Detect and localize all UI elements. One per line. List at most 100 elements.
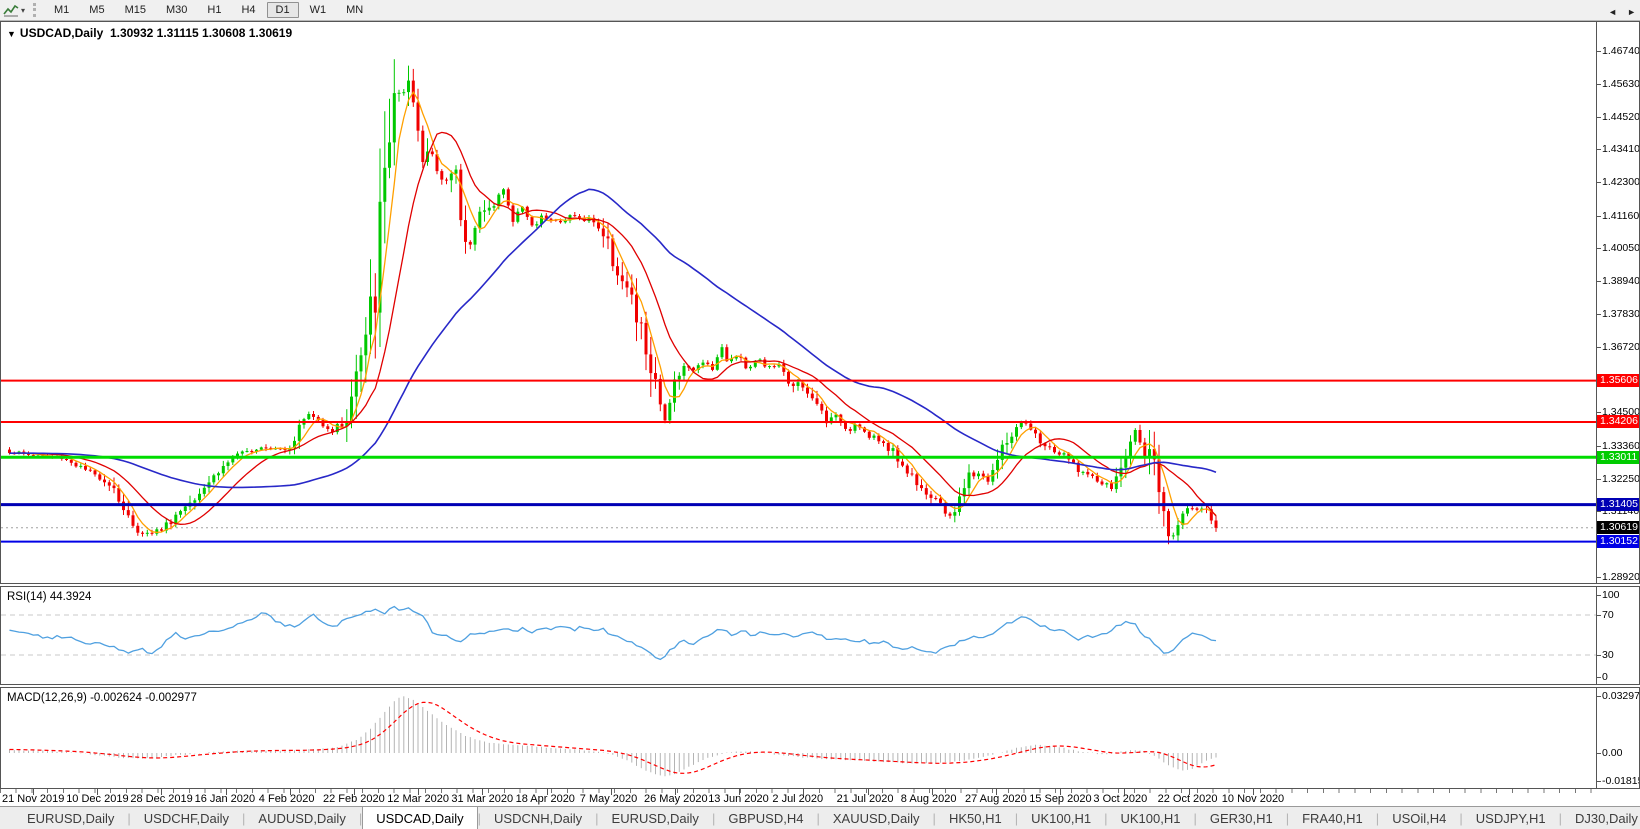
date-major-tick [418,789,420,795]
price-tick-label: 1.32250 [1596,472,1640,485]
price-tick-label: 1.44520 [1596,110,1640,123]
rsi-indicator-panel[interactable]: RSI(14) 44.3924 100 70 30 0 [0,586,1640,685]
toolbar-dropdown-caret-icon[interactable]: ▾ [21,6,25,15]
timeframe-button-mn[interactable]: MN [337,2,372,18]
price-tick-label: 1.45630 [1596,77,1640,90]
date-major-tick [1188,789,1190,795]
tab-scroll-arrows: ◄ ► [1608,0,1636,23]
rsi-tick-label: 0 [1596,671,1608,683]
date-major-tick [546,789,548,795]
price-level-badge: 1.33011 [1597,450,1639,464]
chart-tab-uk100-h1[interactable]: UK100,H1 [1107,807,1193,829]
chart-tab-usdcnh-daily[interactable]: USDCNH,Daily [481,807,595,829]
date-major-tick [996,789,997,795]
date-label: 7 May 2020 [579,793,638,805]
chart-tab-dj30-daily[interactable]: DJ30,Daily [1562,807,1640,829]
chart-tab-ger30-h1[interactable]: GER30,H1 [1197,807,1286,829]
chart-tab-eurusd-daily[interactable]: EURUSD,Daily [599,807,712,829]
price-tick-label: 1.40050 [1596,242,1640,255]
rsi-plot [1,605,1596,661]
timeframe-button-m15[interactable]: M15 [116,2,155,18]
date-major-tick [33,789,34,795]
chart-tab-usdchf-daily[interactable]: USDCHF,Daily [131,807,242,829]
chart-symbol-label: USDCAD,Daily [19,26,104,40]
date-major-tick [1060,789,1062,795]
price-tick-label: 1.43410 [1596,143,1640,156]
date-major-tick [225,789,227,795]
macd-indicator-panel[interactable]: MACD(12,26,9) -0.002624 -0.002977 0.0329… [0,687,1640,789]
price-level-badge: 1.30619 [1597,521,1639,535]
date-major-tick [739,789,741,795]
tab-scroll-left-icon[interactable]: ◄ [1608,7,1617,17]
chart-ohlc-values: 1.30932 1.31115 1.30608 1.30619 [109,26,293,40]
rsi-label: RSI(14) 44.3924 [7,591,92,603]
date-major-tick [161,789,163,795]
macd-tick-label: -0.018154 [1595,775,1639,787]
macd-label: MACD(12,26,9) -0.002624 -0.002977 [7,692,197,704]
chart-tab-hk50-h1[interactable]: HK50,H1 [936,807,1015,829]
chart-title: ▼ USDCAD,Daily 1.30932 1.31115 1.30608 1.… [7,26,292,40]
date-major-tick [1124,789,1126,795]
timeframe-button-h4[interactable]: H4 [232,2,264,18]
date-major-tick [1252,789,1254,795]
collapse-caret-icon[interactable]: ▼ [7,29,16,39]
chart-tab-bar: EURUSD,Daily | USDCHF,Daily | AUDUSD,Daily | U… [0,806,1640,829]
macd-plot [9,696,1217,777]
chart-tab-usoil-h4[interactable]: USOil,H4 [1379,807,1459,829]
date-major-tick [803,789,805,795]
price-tick-label: 1.41160 [1595,209,1640,222]
price-tick-label: 1.37830 [1596,307,1640,320]
date-label: 2 Jul 2020 [772,793,824,805]
toolbar-grip[interactable] [33,3,37,17]
date-major-tick [675,789,676,795]
price-tick-label: 1.36720 [1596,340,1640,353]
price-tick-label: 1.46740 [1596,45,1640,57]
date-major-tick [610,789,612,795]
chart-tab-gbpusd-h4[interactable]: GBPUSD,H4 [715,807,816,829]
price-level-badge: 1.34206 [1597,415,1639,429]
chart-tab-fra40-h1[interactable]: FRA40,H1 [1289,807,1376,829]
rsi-axis-line [1596,587,1597,684]
timeframe-toolbar: ▾ M1 M5 M15 M30 H1 H4 D1 W1 MN [0,0,1640,21]
price-level-badge: 1.35606 [1597,374,1639,388]
date-label: 22 Oct 2020 [1157,793,1218,805]
timeframe-button-m30[interactable]: M30 [157,2,196,18]
chart-tab-audusd-daily[interactable]: AUDUSD,Daily [245,807,358,829]
chart-tab-eurusd-daily[interactable]: EURUSD,Daily [14,807,127,829]
date-major-tick [931,789,933,795]
date-label: 8 Aug 2020 [900,793,957,805]
timeframe-button-d1[interactable]: D1 [266,2,299,18]
rsi-tick-label: 30 [1596,649,1614,661]
timeframe-button-m1[interactable]: M1 [45,2,78,18]
date-label: 18 Apr 2020 [515,793,575,805]
date-major-tick [867,789,869,795]
date-major-tick [289,789,291,795]
price-level-badge: 1.30152 [1597,535,1639,549]
chart-tab-usdcad-daily[interactable]: USDCAD,Daily [362,807,478,829]
rsi-tick-label: 70 [1596,609,1614,621]
chart-tab-uk100-h1[interactable]: UK100,H1 [1018,807,1104,829]
timeframe-button-m5[interactable]: M5 [80,2,113,18]
trading-platform-window: ▾ M1 M5 M15 M30 H1 H4 D1 W1 MN ▼ USDCAD,Daily 1.3… [0,0,1640,829]
price-tick-label: 1.28920 [1596,570,1640,583]
date-major-tick [482,789,484,795]
main-chart-panel[interactable]: ▼ USDCAD,Daily 1.30932 1.31115 1.30608 1.… [0,21,1640,584]
timeframe-buttons: M1 M5 M15 M30 H1 H4 D1 W1 MN [44,2,373,18]
price-level-badge: 1.31405 [1597,498,1639,512]
tab-scroll-right-icon[interactable]: ► [1627,7,1636,17]
date-major-tick [97,789,99,795]
chart-tab-xauusd-daily[interactable]: XAUUSD,Daily [820,807,933,829]
timeframe-button-w1[interactable]: W1 [301,2,336,18]
date-label: 3 Oct 2020 [1093,793,1148,805]
date-label: 4 Feb 2020 [258,793,315,805]
candlestick-plot[interactable] [1,22,1596,583]
chart-tab-usdjpy-h1[interactable]: USDJPY,H1 [1463,807,1559,829]
date-major-tick [354,789,355,795]
timeframe-button-h1[interactable]: H1 [198,2,230,18]
macd-axis-line [1596,688,1597,788]
price-tick-label: 1.42300 [1596,176,1640,189]
macd-tick-label: 0.032972 [1596,690,1639,702]
indicator-chart-icon[interactable] [3,3,19,17]
date-axis[interactable]: 21 Nov 2019 10 Dec 2019 28 Dec 2019 16 Jan … [0,789,1640,806]
date-label: 21 Jul 2020 [836,793,894,805]
